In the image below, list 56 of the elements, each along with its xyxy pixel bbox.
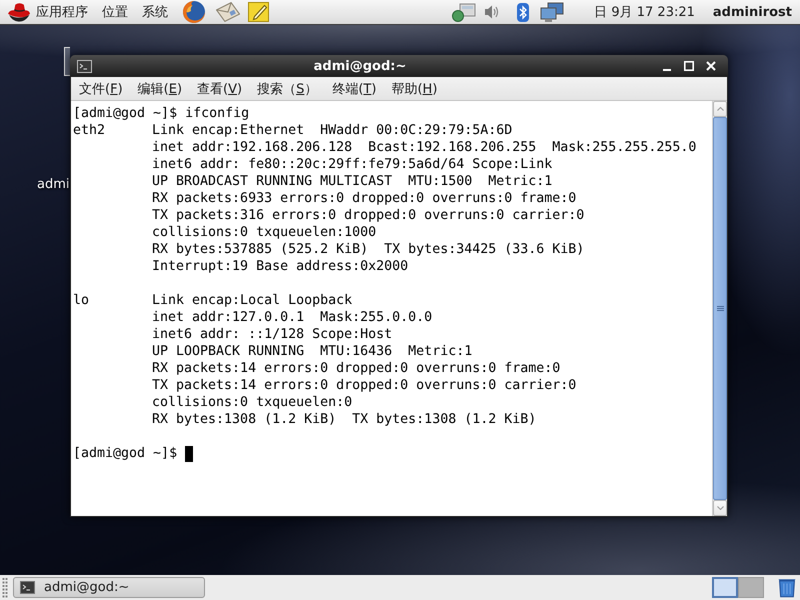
notepad-icon[interactable] [248, 2, 269, 22]
envelope-icon[interactable] [216, 2, 240, 22]
panel-menu[interactable]: 位置 [95, 1, 135, 23]
output-line: UP BROADCAST RUNNING MULTICAST MTU:1500 Metric:1 [152, 173, 552, 190]
hat-icon[interactable] [8, 1, 30, 23]
output-line: Link encap:Local Loopback [152, 292, 352, 309]
output-line: inet addr:192.168.206.128 Bcast:192.168.206.255 Mask:255.255.255.0 [152, 139, 696, 156]
clock[interactable]: 日 9月 17 23:21 [594, 3, 695, 21]
output-line: inet6 addr: fe80::20c:29ff:fe79:5a6d/64 Scope:Link [152, 156, 552, 173]
interface-name: lo [73, 292, 90, 309]
monitors-icon[interactable] [540, 2, 564, 22]
user-name[interactable]: adminirost [712, 4, 792, 20]
minimize-icon [663, 68, 671, 70]
command-line: [admi@god ~]$ ifconfig [73, 105, 250, 122]
workspace-button[interactable] [712, 577, 738, 598]
output-line: RX bytes:1308 (1.2 KiB) TX bytes:1308 (1.2 KiB) [152, 411, 536, 428]
taskbar-button[interactable]: admi@god:~ [13, 577, 205, 598]
output-line: RX packets:6933 errors:0 dropped:0 overruns:0 frame:0 [152, 190, 576, 207]
desktop-icon[interactable] [64, 47, 70, 76]
network-icon[interactable] [452, 2, 476, 22]
desktop-icon-label[interactable]: admi [37, 177, 70, 192]
output-line: collisions:0 txqueuelen:0 [152, 394, 352, 411]
output-line: RX packets:14 errors:0 dropped:0 overruns:0 frame:0 [152, 360, 560, 377]
menu-item[interactable]: 查看(V) [190, 78, 250, 100]
menu-item[interactable]: 编辑(E) [130, 78, 190, 100]
panel-menu[interactable]: 应用程序 [29, 1, 95, 23]
output-line: TX packets:14 errors:0 dropped:0 overruns:0 carrier:0 [152, 377, 576, 394]
output-line: UP LOOPBACK RUNNING MTU:16436 Metric:1 [152, 343, 472, 360]
output-line: Link encap:Ethernet HWaddr 00:0C:29:79:5A:6D [152, 122, 512, 139]
grip-icon [716, 306, 724, 311]
close-icon [706, 61, 716, 71]
speaker-icon[interactable] [484, 4, 500, 20]
terminal-icon [20, 581, 35, 594]
maximize-icon [684, 61, 694, 71]
trash-icon[interactable] [778, 578, 796, 598]
output-line: collisions:0 txqueuelen:1000 [152, 224, 376, 241]
interface-name: eth2 [73, 122, 106, 139]
menu-item[interactable]: 终端(T) [325, 78, 384, 100]
menu-item[interactable]: 搜索（S） [250, 78, 324, 100]
output-line: TX packets:316 errors:0 dropped:0 overruns:0 carrier:0 [152, 207, 584, 224]
output-line: Interrupt:19 Base address:0x2000 [152, 258, 408, 275]
shell-prompt: [admi@god ~]$ [73, 445, 178, 462]
window-title: admi@god:~ [312, 58, 408, 74]
cursor-icon [185, 446, 194, 462]
drag-handle-icon[interactable] [2, 578, 8, 598]
terminal-icon[interactable] [77, 60, 92, 72]
menu-item[interactable]: 帮助(H) [384, 78, 444, 100]
menu-item[interactable]: 文件(F) [72, 78, 130, 100]
output-line: RX bytes:537885 (525.2 KiB) TX bytes:34425 (33.6 KiB) [152, 241, 584, 258]
chevron-up-icon [716, 107, 724, 111]
chevron-down-icon [716, 506, 724, 510]
output-line: inet6 addr: ::1/128 Scope:Host [152, 326, 392, 343]
panel-menu[interactable]: 系统 [135, 1, 175, 23]
bluetooth-icon[interactable] [517, 2, 530, 22]
output-line: inet addr:127.0.0.1 Mask:255.0.0.0 [152, 309, 432, 326]
globe-icon[interactable] [182, 0, 206, 24]
